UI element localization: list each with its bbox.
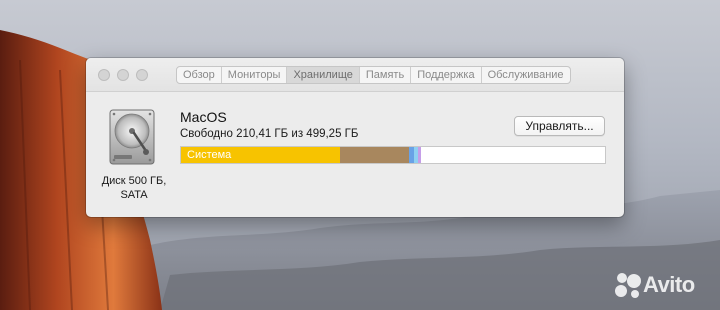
- system-segment-label: Система: [187, 149, 232, 161]
- tab-support[interactable]: Поддержка: [411, 67, 482, 83]
- title-bar: Обзор Мониторы Хранилище Память Поддержк…: [86, 58, 624, 92]
- tab-service[interactable]: Обслуживание: [482, 67, 570, 83]
- tab-displays[interactable]: Мониторы: [222, 67, 288, 83]
- disk-label: Диск 500 ГБ, SATA: [101, 175, 167, 201]
- tab-overview[interactable]: Обзор: [177, 67, 222, 83]
- watermark-text: Avito: [643, 272, 695, 297]
- zoom-button[interactable]: [136, 69, 148, 81]
- about-this-mac-window: Обзор Мониторы Хранилище Память Поддержк…: [86, 58, 624, 217]
- hard-disk-icon: [109, 109, 155, 165]
- storage-usage-bar[interactable]: Система: [180, 146, 606, 164]
- volume-name: MacOS: [180, 109, 227, 125]
- volume-free-space: Свободно 210,41 ГБ из 499,25 ГБ: [180, 128, 359, 140]
- close-button[interactable]: [98, 69, 110, 81]
- storage-segment-free: [420, 147, 605, 163]
- storage-panel: Диск 500 ГБ, SATA MacOS Свободно 210,41 …: [86, 93, 624, 217]
- tab-storage[interactable]: Хранилище: [287, 67, 360, 83]
- tab-memory[interactable]: Память: [360, 67, 412, 83]
- minimize-button[interactable]: [117, 69, 129, 81]
- tab-bar: Обзор Мониторы Хранилище Память Поддержк…: [176, 66, 571, 84]
- storage-segment-other: [340, 147, 410, 163]
- manage-button[interactable]: Управлять...: [514, 116, 605, 136]
